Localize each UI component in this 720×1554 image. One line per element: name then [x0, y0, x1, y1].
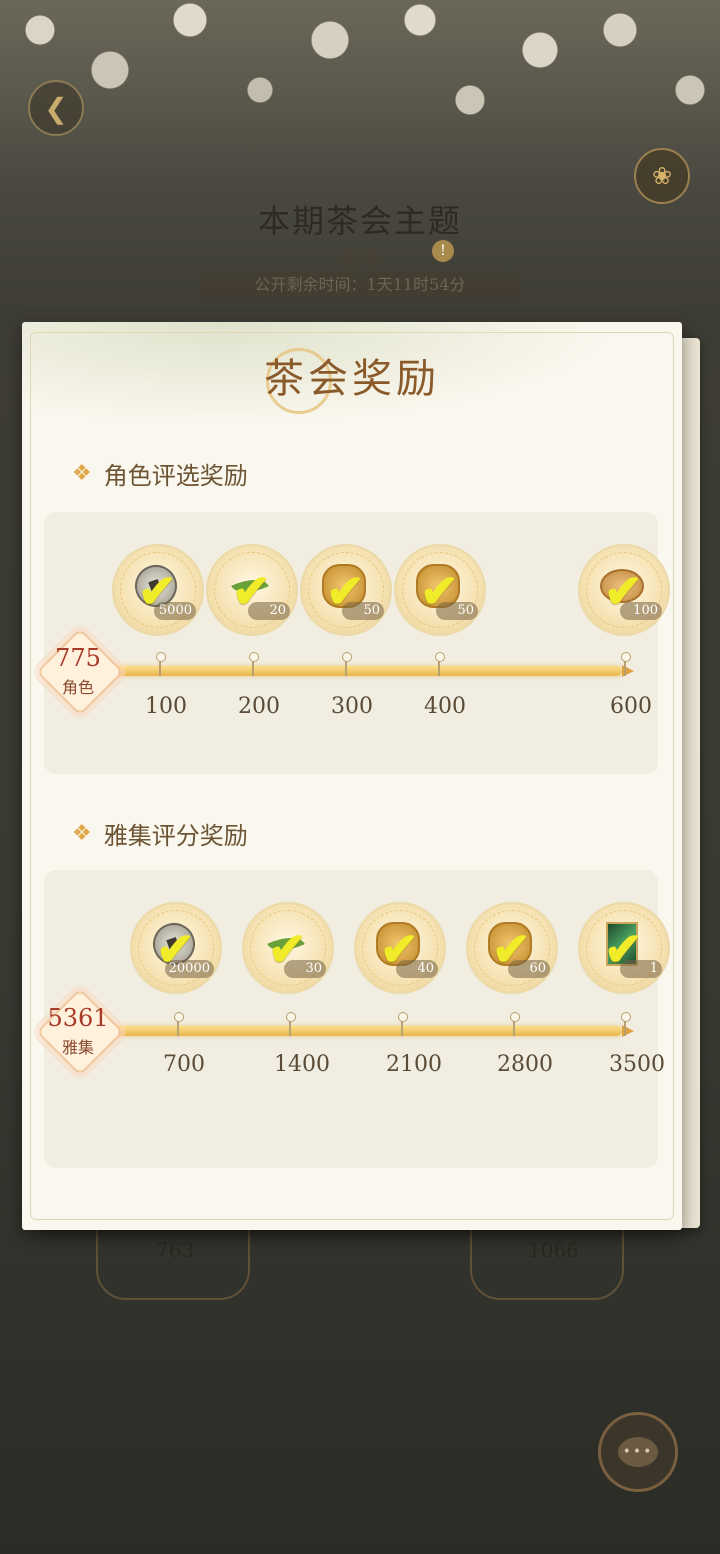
- tick-label: 3500: [609, 1052, 665, 1077]
- reward-slot[interactable]: ✔ 40: [354, 902, 446, 994]
- reward-qty: 50: [342, 602, 384, 620]
- tick-mark: [342, 652, 352, 676]
- tick-label: 600: [610, 694, 652, 719]
- info-icon[interactable]: !: [432, 240, 454, 262]
- tick-label: 2100: [386, 1052, 442, 1077]
- reward-slot[interactable]: ✔ 20000: [130, 902, 222, 994]
- lotus-icon: ❀: [651, 162, 673, 190]
- reward-qty: 100: [620, 602, 662, 620]
- section-heading-gathering: ❖ 雅集评分奖励: [72, 816, 248, 851]
- countdown-text: 公开剩余时间：1天11时54分: [200, 272, 520, 298]
- back-arrow-icon: ❮: [44, 91, 68, 125]
- reward-qty: 5000: [154, 602, 196, 620]
- tick-label: 200: [238, 694, 280, 719]
- tick-label: 300: [331, 694, 373, 719]
- reward-slot[interactable]: ✔ 30: [242, 902, 334, 994]
- reward-qty: 1: [620, 960, 662, 978]
- tick-label: 1400: [274, 1052, 330, 1077]
- back-button[interactable]: ❮: [28, 80, 84, 136]
- role-reward-track: ✔ 5000 ✔ 20 ✔ 50 ✔ 50 ✔ 100 100 200 300 …: [22, 512, 682, 812]
- right-entry-count: 1066: [528, 1238, 579, 1262]
- reward-slot[interactable]: ✔ 50: [394, 544, 486, 636]
- section-heading-text: 角色评选奖励: [103, 462, 248, 490]
- tick-label: 100: [145, 694, 187, 719]
- score-caption: 雅集: [61, 1038, 94, 1057]
- modal-title: 茶会奖励: [264, 356, 440, 402]
- progress-rail: [98, 666, 622, 676]
- tick-mark: [435, 652, 445, 676]
- score-badge: 5361 雅集: [36, 988, 124, 1076]
- reward-qty: 20: [248, 602, 290, 620]
- tick-mark: [621, 1012, 631, 1036]
- section-heading-text: 雅集评分奖励: [103, 822, 248, 850]
- reward-qty: 60: [508, 960, 550, 978]
- reward-slot[interactable]: ✔ 100: [578, 544, 670, 636]
- blossom-background: [0, 0, 720, 190]
- tick-mark: [156, 652, 166, 676]
- reward-qty: 30: [284, 960, 326, 978]
- reward-qty: 20000: [164, 960, 214, 978]
- tick-label: 400: [424, 694, 466, 719]
- tick-mark: [510, 1012, 520, 1036]
- reward-slot[interactable]: ✔ 1: [578, 902, 670, 994]
- diamond-ornament-icon: ❖: [72, 821, 92, 846]
- score-value: 5361: [47, 1004, 109, 1032]
- score-value: 775: [55, 644, 101, 672]
- tick-label: 700: [163, 1052, 205, 1077]
- theme-name: 祓禊: [340, 246, 380, 270]
- rewards-modal: 茶会奖励 ❖ 角色评选奖励 ✔ 5000 ✔ 20 ✔ 50 ✔ 50 ✔ 10…: [22, 322, 682, 1230]
- tick-label: 2800: [497, 1052, 553, 1077]
- reward-qty: 40: [396, 960, 438, 978]
- reward-slot[interactable]: ✔ 20: [206, 544, 298, 636]
- reward-slot[interactable]: ✔ 60: [466, 902, 558, 994]
- tick-mark: [174, 1012, 184, 1036]
- score-badge: 775 角色: [36, 628, 124, 716]
- reward-slot[interactable]: ✔ 5000: [112, 544, 204, 636]
- chat-button[interactable]: •••: [598, 1412, 678, 1492]
- score-caption: 角色: [61, 678, 94, 697]
- left-entry-count: 763: [156, 1238, 195, 1262]
- tick-mark: [398, 1012, 408, 1036]
- theme-title: 本期茶会主题: [257, 202, 462, 240]
- tick-mark: [286, 1012, 296, 1036]
- tick-mark: [621, 652, 631, 676]
- tick-mark: [249, 652, 259, 676]
- section-heading-role: ❖ 角色评选奖励: [72, 456, 248, 491]
- reward-slot[interactable]: ✔ 50: [300, 544, 392, 636]
- diamond-ornament-icon: ❖: [72, 461, 92, 486]
- gathering-reward-track: ✔ 20000 ✔ 30 ✔ 40 ✔ 60 ✔ 1 700 1400 2100…: [22, 870, 682, 1170]
- reward-qty: 50: [436, 602, 478, 620]
- chat-bubble-icon: •••: [618, 1437, 658, 1467]
